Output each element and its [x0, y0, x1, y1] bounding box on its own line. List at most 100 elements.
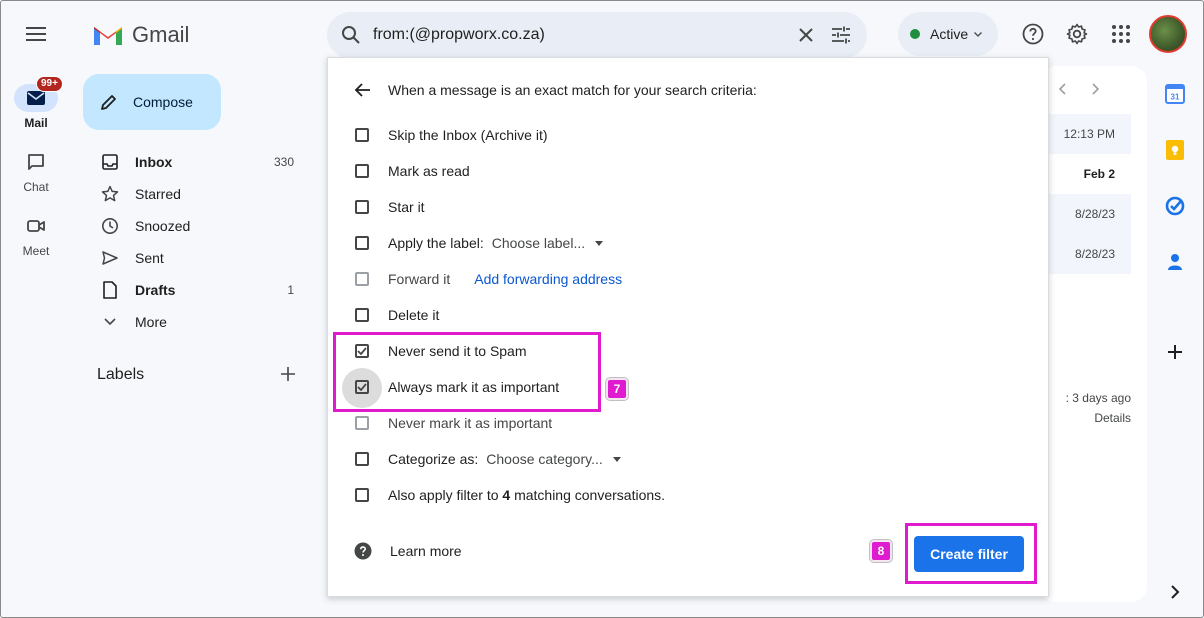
option-label: Categorize as:: [388, 451, 479, 467]
checkbox-never-important[interactable]: [355, 416, 369, 430]
checkbox-categorize[interactable]: [355, 452, 369, 466]
nav-item-sent[interactable]: Sent: [84, 242, 314, 274]
main-menu-icon[interactable]: [20, 20, 52, 48]
gmail-logo[interactable]: Gmail: [92, 22, 189, 48]
option-label: Delete it: [388, 307, 440, 323]
chevron-left-icon[interactable]: [1058, 82, 1068, 96]
status-dot: [910, 29, 920, 39]
nav-item-starred[interactable]: Starred: [84, 178, 314, 210]
add-forwarding-address-link[interactable]: Add forwarding address: [474, 271, 622, 287]
calendar-icon[interactable]: 31: [1165, 84, 1185, 104]
checkbox-apply-existing[interactable]: [355, 488, 369, 502]
add-label-icon[interactable]: [278, 364, 298, 384]
option-apply-label[interactable]: Apply the label: Choose label...: [354, 231, 604, 255]
pencil-icon: [101, 95, 116, 110]
help-icon[interactable]: [1021, 22, 1045, 46]
option-mark-read[interactable]: Mark as read: [354, 159, 470, 183]
settings-gear-icon[interactable]: [1065, 22, 1089, 46]
nav-label: Starred: [135, 186, 181, 202]
dropdown-caret-icon: [612, 456, 621, 462]
nav-count: 330: [273, 155, 294, 169]
status-label: Active: [930, 26, 969, 42]
choose-label-dropdown[interactable]: Choose label...: [492, 235, 604, 251]
option-categorize[interactable]: Categorize as: Choose category...: [354, 447, 621, 471]
chat-icon: [14, 148, 58, 176]
dropdown-caret-icon: [595, 240, 604, 246]
email-list: 12:13 PM Feb 2 8/28/23 8/28/23 : 3 days …: [1040, 66, 1147, 602]
rail-chat[interactable]: Chat: [0, 148, 72, 194]
email-time: Feb 2: [1083, 167, 1115, 181]
unread-badge: 99+: [36, 76, 63, 92]
nav-label: Drafts: [135, 282, 176, 298]
learn-more[interactable]: Learn more: [354, 542, 462, 560]
rail-meet[interactable]: Meet: [0, 212, 72, 258]
email-time: 8/28/23: [1074, 207, 1115, 221]
checkbox-apply-label[interactable]: [355, 236, 369, 250]
keep-icon[interactable]: [1165, 140, 1185, 160]
pagination: [1058, 82, 1100, 96]
activity-details-link[interactable]: Details: [1066, 408, 1131, 428]
rail-chat-label: Chat: [23, 180, 49, 194]
nav-item-snoozed[interactable]: Snoozed: [84, 210, 314, 242]
option-never-important[interactable]: Never mark it as important: [354, 411, 552, 435]
search-icon[interactable]: [341, 25, 361, 45]
option-label: Never mark it as important: [388, 415, 553, 431]
nav-item-inbox[interactable]: Inbox 330: [84, 146, 314, 178]
nav-label: Snoozed: [135, 218, 191, 234]
option-label: Also apply filter to 4 matching conversa…: [388, 487, 665, 503]
email-row[interactable]: 8/28/23: [1040, 234, 1131, 274]
chevron-right-icon[interactable]: [1165, 582, 1185, 602]
create-filter-dialog: When a message is an exact match for you…: [327, 57, 1049, 597]
add-addon-icon[interactable]: [1165, 342, 1185, 362]
folder-nav: Inbox 330 Starred Snoozed Sent Drafts 1 …: [84, 146, 314, 338]
help-circle-icon: [354, 542, 372, 560]
email-row[interactable]: Feb 2: [1040, 154, 1131, 194]
chevron-down-icon: [100, 312, 120, 332]
nav-item-drafts[interactable]: Drafts 1: [84, 274, 314, 306]
compose-label: Compose: [133, 94, 193, 110]
checkbox-delete[interactable]: [355, 308, 369, 322]
nav-item-more[interactable]: More: [84, 306, 314, 338]
email-time: 8/28/23: [1074, 247, 1115, 261]
contacts-icon[interactable]: [1165, 252, 1185, 272]
nav-count: 1: [287, 283, 294, 297]
compose-button[interactable]: Compose: [83, 74, 221, 130]
draft-icon: [100, 280, 120, 300]
tasks-icon[interactable]: [1165, 196, 1185, 216]
rail-meet-label: Meet: [22, 244, 50, 258]
option-label: Star it: [388, 199, 425, 215]
checkbox-forward[interactable]: [355, 272, 369, 286]
chevron-right-icon[interactable]: [1090, 82, 1100, 96]
learn-more-label: Learn more: [390, 543, 462, 559]
search-input[interactable]: from:(@propworx.co.za): [373, 26, 799, 44]
clear-search-icon[interactable]: [799, 28, 813, 42]
side-panel: 31: [1147, 66, 1204, 618]
back-arrow-icon[interactable]: [354, 82, 372, 98]
email-time: 12:13 PM: [1063, 127, 1115, 141]
option-star-it[interactable]: Star it: [354, 195, 425, 219]
apps-grid-icon[interactable]: [1109, 22, 1133, 46]
checkbox-mark-read[interactable]: [355, 164, 369, 178]
status-selector[interactable]: Active: [898, 12, 998, 56]
nav-label: Sent: [135, 250, 164, 266]
option-delete[interactable]: Delete it: [354, 303, 439, 327]
send-icon: [100, 248, 120, 268]
mail-icon: 99+: [14, 76, 63, 112]
option-forward[interactable]: Forward it Add forwarding address: [354, 267, 622, 291]
option-label: Apply the label:: [388, 235, 484, 251]
email-row[interactable]: 12:13 PM: [1040, 114, 1131, 154]
checkbox-skip-inbox[interactable]: [355, 128, 369, 142]
search-options-icon[interactable]: [831, 26, 851, 44]
choose-category-dropdown[interactable]: Choose category...: [486, 451, 621, 467]
highlight-box-step8: [905, 523, 1037, 584]
highlight-box-step7: [333, 332, 601, 412]
option-label: Forward it: [388, 271, 451, 287]
account-avatar[interactable]: [1149, 15, 1187, 53]
rail-mail[interactable]: 99+ Mail: [0, 76, 72, 130]
email-row[interactable]: 8/28/23: [1040, 194, 1131, 234]
search-bar[interactable]: from:(@propworx.co.za): [327, 12, 867, 58]
dialog-header: When a message is an exact match for you…: [354, 82, 757, 98]
checkbox-star-it[interactable]: [355, 200, 369, 214]
option-apply-existing[interactable]: Also apply filter to 4 matching conversa…: [354, 483, 665, 507]
option-skip-inbox[interactable]: Skip the Inbox (Archive it): [354, 123, 548, 147]
